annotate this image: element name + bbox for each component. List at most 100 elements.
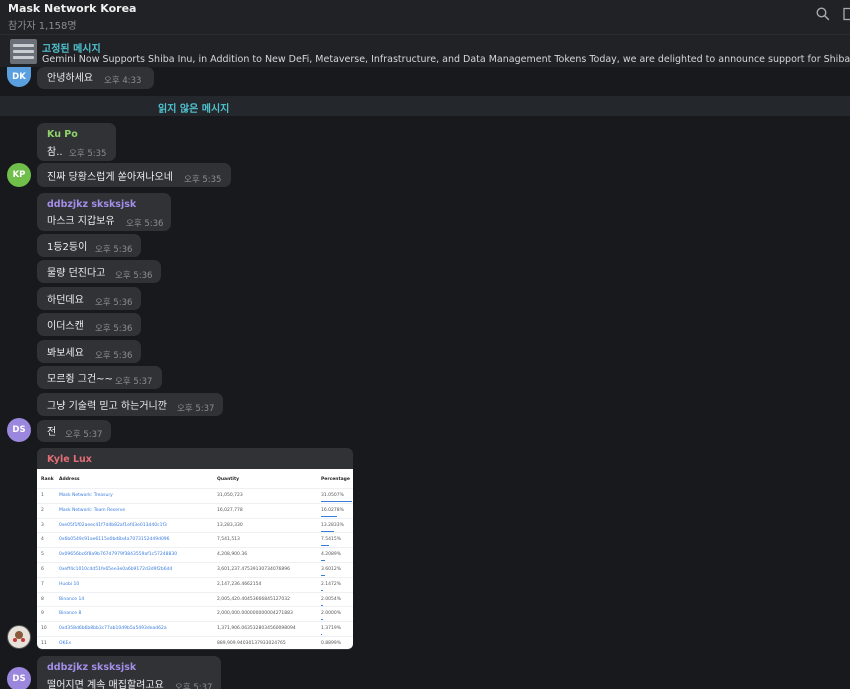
quantity-cell: 2,147,236.4662154: [217, 581, 262, 587]
percentage-cell: 7.5415%: [321, 537, 342, 543]
percentage-cell: 31.0507%: [321, 493, 344, 498]
address-cell: 0x09656bc6f8a9b767d7979f3843559af1c57248…: [59, 552, 178, 558]
message-bubble[interactable]: ddbzjkz sksksjsk 마스크 지갑보유 오후 5:36: [37, 193, 171, 231]
percentage-cell: 2.0054%: [321, 596, 342, 602]
address-cell: 0xd358d6b6b8bb3c77ab10d9b5a5493dead62a: [59, 626, 167, 632]
message-bubble[interactable]: 봐보세요 오후 5:36: [37, 340, 141, 363]
quantity-cell: 889,909.94030137933024765: [217, 641, 286, 646]
sender-name: ddbzjkz sksksjsk: [47, 662, 137, 673]
message-text: 모르쥥 그건~~: [47, 374, 113, 385]
message-text: 하던데요: [47, 295, 84, 306]
message-time: 오후 5:35: [184, 175, 222, 185]
address-cell: Mask Network: Team Reserve: [59, 507, 126, 513]
message-text: 참..: [47, 147, 63, 158]
message-text: 떨어지면 계속 매집할려고요: [47, 680, 164, 689]
quantity-cell: 3,601,237.47539130734076896: [217, 567, 291, 572]
message-text: 1등2등이: [47, 242, 88, 253]
address-cell: 0xeff4c1010c4d51fe65ee3e0a6b9172d3d9f2b6…: [59, 567, 173, 572]
address-cell: Mask Network: Treasury: [59, 493, 113, 498]
table-row: 9 Binance 8 2,000,000.000000000004271883 2.…: [37, 606, 353, 621]
address-cell: 0xe05f1f02aeec41f7d4b82af1ef43e013d40c1f…: [59, 522, 167, 528]
message-time: 오후 5:35: [69, 149, 107, 159]
message-time: 오후 5:36: [95, 245, 133, 255]
member-count: 참가자 1,158명: [8, 21, 77, 32]
avatar[interactable]: [7, 625, 31, 649]
message-bubble[interactable]: 모르쥥 그건~~ 오후 5:37: [37, 366, 162, 389]
message-time: 오후 5:37: [175, 683, 213, 689]
table-row: 3 0xe05f1f02aeec41f7d4b82af1ef43e013d40c1…: [37, 517, 353, 533]
address-cell: Binance 14: [59, 596, 85, 602]
chat-header[interactable]: Mask Network Korea 참가자 1,158명: [0, 0, 850, 34]
table-row: 6 0xeff4c1010c4d51fe65ee3e0a6b9172d3d9f2b…: [37, 562, 353, 577]
table-row: 5 0x09656bc6f8a9b767d7979f3843559af1c5724…: [37, 547, 353, 562]
quantity-cell: 1,371,906.0635328034560098094: [217, 626, 296, 632]
table-row: 4 0x6b0549c91ae6115e0bd8a4a7073152d49d096…: [37, 532, 353, 547]
message-list[interactable]: 안녕하세요 오후 4:33 DK 읽지 않은 메시지 Ku Po 참.. 오후 …: [0, 67, 850, 689]
percentage-cell: 2.1472%: [321, 581, 342, 587]
token-holders-screenshot[interactable]: Rank Address Quantity Percentage 1 Mask Netwo…: [37, 469, 353, 649]
table-row: 7 Huobi 10 2,147,236.4662154 2.1472%: [37, 576, 353, 592]
sender-name: Ku Po: [47, 129, 78, 140]
message-bubble[interactable]: Ku Po 참.. 오후 5:35: [37, 123, 116, 161]
percentage-cell: 13.2833%: [321, 522, 344, 528]
message-bubble[interactable]: 물량 던진다고 오후 5:36: [37, 260, 161, 283]
percentage-cell: 2.0000%: [321, 611, 342, 617]
percentage-cell: 16.0278%: [321, 507, 344, 513]
column-header: Percentage: [321, 477, 350, 482]
rank-cell: 1: [41, 493, 44, 498]
chat-title: Mask Network Korea: [8, 2, 137, 15]
table-row: 8 Binance 14 2,005,420.40453666845127032 2.…: [37, 591, 353, 607]
message-bubble[interactable]: 그냥 기술력 믿고 하는거니깐 오후 5:37: [37, 393, 223, 416]
pinned-message[interactable]: 고정된 메시지 Gemini Now Supports Shiba Inu, i…: [0, 34, 850, 67]
avatar[interactable]: DS: [7, 418, 31, 442]
rank-cell: 11: [41, 641, 47, 646]
message-time: 오후 4:33: [104, 76, 142, 86]
message-bubble[interactable]: 전 오후 5:37: [37, 420, 111, 442]
message-bubble[interactable]: 이더스캔 오후 5:36: [37, 313, 141, 336]
quantity-cell: 2,005,420.40453666845127032: [217, 596, 291, 602]
column-header: Rank: [41, 477, 54, 482]
avatar[interactable]: DK: [7, 67, 31, 87]
avatar[interactable]: KP: [7, 163, 31, 187]
quantity-cell: 16,027,778: [217, 507, 243, 513]
column-header: Address: [59, 477, 80, 482]
quantity-cell: 13,283,330: [217, 522, 243, 528]
search-icon[interactable]: [816, 6, 832, 22]
message-bubble[interactable]: 안녕하세요 오후 4:33: [37, 67, 154, 89]
table-header: Rank Address Quantity Percentage: [37, 473, 353, 488]
address-cell: OKEx: [59, 641, 71, 646]
message-time: 오후 5:36: [95, 298, 133, 308]
message-time: 오후 5:36: [95, 351, 133, 361]
rank-cell: 7: [41, 581, 44, 587]
message-time: 오후 5:37: [115, 377, 153, 387]
pinned-thumbnail: [10, 39, 37, 64]
message-bubble[interactable]: 하던데요 오후 5:36: [37, 287, 141, 310]
address-cell: Huobi 10: [59, 581, 80, 587]
sidebar-toggle-icon[interactable]: [843, 6, 850, 22]
message-time: 오후 5:37: [65, 430, 103, 440]
rank-cell: 10: [41, 626, 47, 632]
message-text: 전: [47, 427, 57, 438]
unread-label: 읽지 않은 메시지: [158, 104, 230, 115]
avatar[interactable]: DS: [7, 667, 31, 689]
message-text: 봐보세요: [47, 348, 84, 359]
message-text: 그냥 기술력 믿고 하는거니깐: [47, 401, 167, 412]
rank-cell: 9: [41, 611, 44, 617]
message-bubble[interactable]: 1등2등이 오후 5:36: [37, 234, 141, 257]
table-row: 10 0xd358d6b6b8bb3c77ab10d9b5a5493dead62a…: [37, 621, 353, 636]
message-bubble[interactable]: ddbzjkz sksksjsk 떨어지면 계속 매집할려고요 오후 5:37: [37, 656, 221, 689]
message-bubble[interactable]: 진짜 당황스럽게 쏟아져나오네 오후 5:35: [37, 163, 231, 187]
message-time: 오후 5:36: [95, 324, 133, 334]
rank-cell: 8: [41, 596, 44, 602]
table-row: 1 Mask Network: Treasury 31,050,723 31.0507…: [37, 488, 353, 503]
message-text: 마스크 지갑보유: [47, 216, 115, 227]
message-text: 진짜 당황스럽게 쏟아져나오네: [47, 172, 173, 183]
rank-cell: 3: [41, 522, 44, 528]
message-text: 이더스캔: [47, 321, 84, 332]
pinned-text: Gemini Now Supports Shiba Inu, in Additi…: [42, 54, 850, 65]
sender-name: ddbzjkz sksksjsk: [47, 199, 137, 210]
percentage-cell: 4.2089%: [321, 552, 342, 558]
rank-cell: 2: [41, 507, 44, 513]
message-time: 오후 5:36: [126, 219, 164, 229]
table-row: 2 Mask Network: Team Reserve 16,027,778 16.…: [37, 502, 353, 518]
